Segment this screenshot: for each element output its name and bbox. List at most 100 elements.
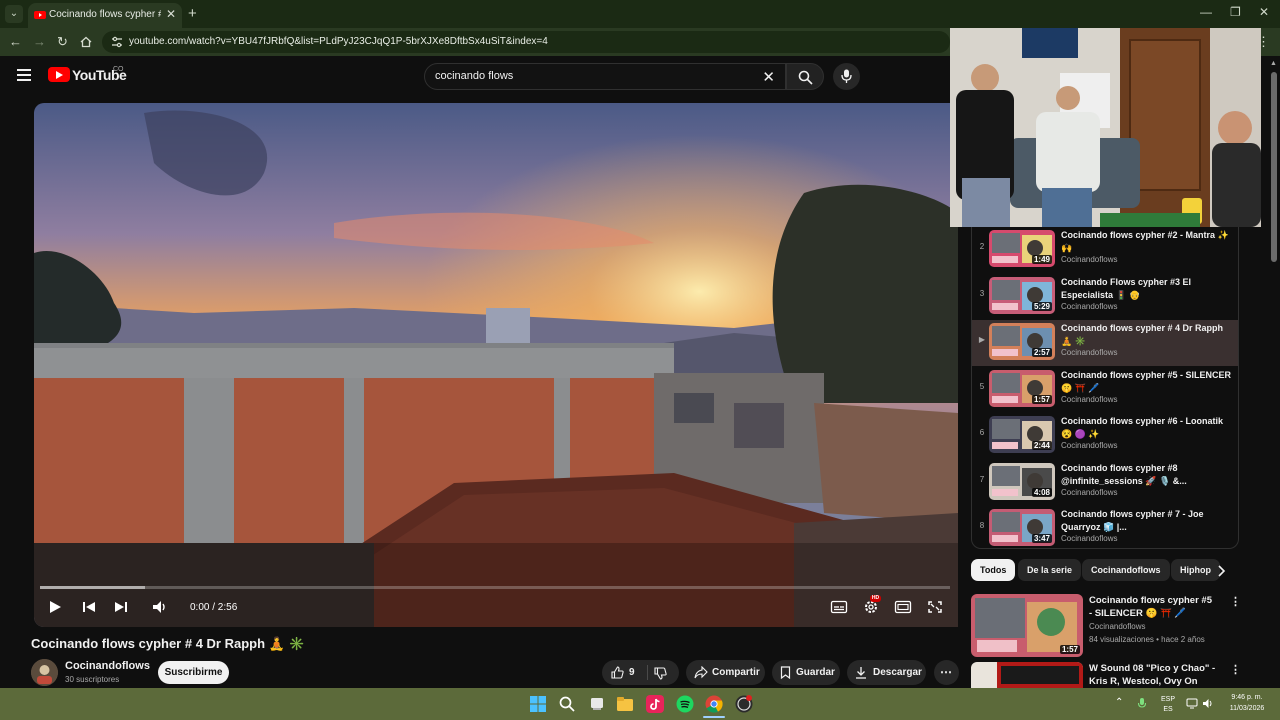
playlist-thumbnail[interactable]: 1:57 xyxy=(989,369,1055,407)
playlist-item[interactable]: 7 4:08 Cocinando flows cypher #8 @infinite… xyxy=(972,460,1238,506)
clock-time[interactable]: 9:46 p. m. xyxy=(1222,694,1272,701)
fullscreen-icon[interactable] xyxy=(926,599,944,615)
playlist-item-title[interactable]: Cocinando Flows cypher #3 El Especialist… xyxy=(1061,276,1233,302)
more-vertical-icon[interactable]: ⋮ xyxy=(1230,663,1239,676)
volume-icon[interactable] xyxy=(1202,698,1214,709)
play-icon[interactable] xyxy=(44,598,66,616)
close-window-button[interactable]: ✕ xyxy=(1259,5,1269,19)
new-tab-button[interactable]: + xyxy=(188,5,197,22)
playlist-thumbnail[interactable]: 2:57 xyxy=(989,323,1055,360)
scroll-up-icon[interactable]: ▲ xyxy=(1270,60,1277,67)
microphone-icon[interactable] xyxy=(1137,697,1147,711)
forward-arrow-icon[interactable]: → xyxy=(33,34,46,49)
tiktok-icon[interactable] xyxy=(646,695,664,713)
task-view-icon[interactable] xyxy=(588,695,606,713)
playlist-item[interactable]: 8 3:47 Cocinando flows cypher # 7 - Joe Qu… xyxy=(972,506,1238,548)
search-box[interactable]: ✕ xyxy=(424,63,786,90)
language-indicator[interactable]: ESP xyxy=(1158,696,1178,703)
save-button[interactable]: Guardar xyxy=(772,660,840,685)
playlist-item-title[interactable]: Cocinando flows cypher # 7 - Joe Quarryo… xyxy=(1061,508,1233,534)
recommendation-item[interactable]: 1:57 Cocinando flows cypher #5 - SILENCE… xyxy=(971,594,1241,658)
search-button[interactable] xyxy=(786,63,824,90)
recommendation-title[interactable]: W Sound 08 "Pico y Chao" - Kris R, Westc… xyxy=(1089,662,1217,688)
settings-button[interactable]: HD xyxy=(862,595,881,615)
menu-icon[interactable] xyxy=(17,69,31,81)
chrome-icon[interactable] xyxy=(705,695,723,713)
search-icon[interactable] xyxy=(558,695,576,713)
recommendation-channel[interactable]: Cocinandoflows xyxy=(1089,622,1145,631)
search-input[interactable] xyxy=(435,70,755,82)
recommendation-thumbnail[interactable] xyxy=(971,662,1083,688)
tab-close-icon[interactable]: ✕ xyxy=(166,7,176,21)
subscribe-button[interactable]: Suscribirme xyxy=(158,661,229,684)
playlist-thumbnail[interactable]: 4:08 xyxy=(989,462,1055,500)
previous-icon[interactable] xyxy=(78,598,100,616)
playlist-item[interactable]: 6 2:44 Cocinando flows cypher #6 - Loonati… xyxy=(972,413,1238,459)
pip-video-frame[interactable] xyxy=(950,28,1261,227)
playlist-thumbnail[interactable]: 5:29 xyxy=(989,276,1055,314)
minimize-button[interactable]: — xyxy=(1200,5,1212,19)
youtube-logo-icon[interactable] xyxy=(48,67,70,82)
playlist-item[interactable]: 5 1:57 Cocinando flows cypher #5 - SILENCE… xyxy=(972,367,1238,413)
chip-hiphop[interactable]: Hiphop xyxy=(1171,559,1220,581)
chevron-right-icon[interactable] xyxy=(1216,565,1226,577)
site-settings-icon[interactable] xyxy=(110,35,124,49)
page-scrollbar[interactable]: ▲ xyxy=(1268,60,1280,688)
subtitles-icon[interactable] xyxy=(830,599,848,615)
chip-de-la-serie[interactable]: De la serie xyxy=(1018,559,1082,581)
volume-icon[interactable] xyxy=(149,598,171,616)
show-hidden-icons-icon[interactable]: ⌃ xyxy=(1115,697,1123,708)
more-vertical-icon[interactable]: ⋮ xyxy=(1230,595,1241,608)
clear-search-icon[interactable]: ✕ xyxy=(762,68,775,86)
tab-search-button[interactable]: ⌄ xyxy=(5,5,23,23)
playlist-thumbnail[interactable]: 1:49 xyxy=(989,230,1055,267)
download-button[interactable]: Descargar xyxy=(847,660,926,685)
playlist-item-title[interactable]: Cocinando flows cypher #8 @infinite_sess… xyxy=(1061,462,1233,488)
more-actions-button[interactable]: ⋯ xyxy=(934,660,959,685)
theater-mode-icon[interactable] xyxy=(894,599,912,615)
next-icon[interactable] xyxy=(110,598,132,616)
playlist-item[interactable]: 3 5:29 Cocinando Flows cypher #3 El Especi… xyxy=(972,274,1238,320)
channel-name[interactable]: Cocinandoflows xyxy=(65,660,150,672)
spotify-icon[interactable] xyxy=(676,695,694,713)
playlist-thumbnail[interactable]: 3:47 xyxy=(989,509,1055,546)
picture-in-picture-window[interactable] xyxy=(950,28,1261,227)
recommendation-thumbnail[interactable]: 1:57 xyxy=(971,594,1083,657)
scrollbar-thumb[interactable] xyxy=(1271,72,1277,262)
recommendation-title[interactable]: Cocinando flows cypher #5 - SILENCER 🤫 ⛩… xyxy=(1089,594,1217,620)
restore-button[interactable]: ❐ xyxy=(1230,5,1241,19)
obs-icon[interactable] xyxy=(735,695,753,713)
dislike-icon[interactable] xyxy=(654,667,667,680)
share-button[interactable]: Compartir xyxy=(686,660,765,685)
playlist-thumbnail[interactable]: 2:44 xyxy=(989,416,1055,453)
progress-bar[interactable] xyxy=(40,586,950,589)
playlist-item[interactable]: 2 1:49 Cocinando flows cypher #2 - Mantra … xyxy=(972,227,1238,273)
clock-date: 11/03/2026 xyxy=(1229,705,1265,712)
recommendation-item[interactable]: W Sound 08 "Pico y Chao" - Kris R, Westc… xyxy=(971,662,1239,688)
playlist-item-title[interactable]: Cocinando flows cypher # 4 Dr Rapph 🧘 ✳️ xyxy=(1061,322,1233,348)
reload-icon[interactable]: ↻ xyxy=(57,34,68,50)
chip-todos[interactable]: Todos xyxy=(971,559,1016,581)
channel-avatar[interactable] xyxy=(31,659,58,686)
playlist-item-title[interactable]: Cocinando flows cypher #6 - Loonatik 😵 🟣… xyxy=(1061,415,1233,441)
share-icon xyxy=(694,666,708,679)
video-duration: 2:57 xyxy=(1031,348,1052,357)
network-icon[interactable] xyxy=(1186,698,1198,709)
file-explorer-icon[interactable] xyxy=(616,695,634,713)
back-arrow-icon[interactable]: ← xyxy=(9,34,22,49)
playlist-item-title[interactable]: Cocinando flows cypher #2 - Mantra ✨ 🙌 xyxy=(1061,229,1233,255)
subscriber-count: 30 suscriptores xyxy=(65,675,120,684)
chip-cocinandoflows[interactable]: Cocinandoflows xyxy=(1082,559,1170,581)
url-text: youtube.com/watch?v=YBU47fJRbfQ&list=PLd… xyxy=(129,36,548,47)
home-icon[interactable] xyxy=(80,36,92,48)
address-bar[interactable]: youtube.com/watch?v=YBU47fJRbfQ&list=PLd… xyxy=(102,31,950,53)
share-label: Compartir xyxy=(712,667,760,678)
video-player[interactable]: 0:00 / 2:56 HD xyxy=(34,103,958,627)
playlist-item-title[interactable]: Cocinando flows cypher #5 - SILENCER 🤫 ⛩… xyxy=(1061,369,1233,395)
playlist-item[interactable]: ▶ 2:57 Cocinando flows cypher # 4 Dr Rapph… xyxy=(972,320,1238,366)
active-tab[interactable]: Cocinando flows cypher # 4 Dr ✕ xyxy=(28,3,182,28)
voice-search-button[interactable] xyxy=(833,63,860,90)
video-frame[interactable] xyxy=(34,103,958,627)
windows-start-icon[interactable] xyxy=(529,695,547,713)
like-icon[interactable] xyxy=(611,666,624,679)
